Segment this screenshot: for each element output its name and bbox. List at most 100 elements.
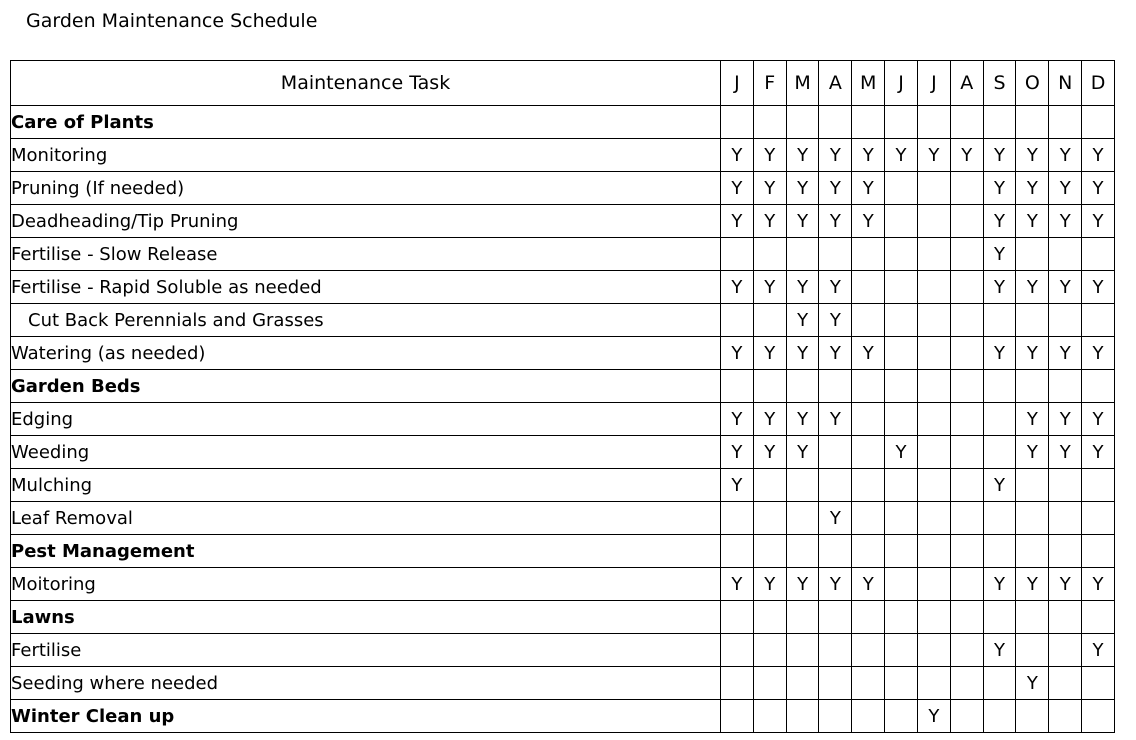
schedule-mark-cell-empty[interactable] [752, 237, 787, 271]
schedule-mark-cell-empty[interactable] [752, 105, 787, 139]
schedule-mark-cell-active[interactable]: Y [1048, 567, 1083, 601]
schedule-mark-cell-empty[interactable] [1081, 369, 1115, 403]
schedule-mark-cell-empty[interactable] [1015, 303, 1050, 337]
schedule-mark-cell-active[interactable]: Y [1081, 435, 1115, 469]
schedule-mark-cell-empty[interactable] [884, 204, 918, 238]
schedule-mark-cell-empty[interactable] [916, 567, 951, 601]
schedule-mark-cell-empty[interactable] [1015, 699, 1050, 733]
schedule-mark-cell-empty[interactable] [949, 171, 984, 205]
schedule-mark-cell-active[interactable]: Y [785, 402, 820, 436]
schedule-mark-cell-active[interactable]: Y [1015, 567, 1050, 601]
schedule-mark-cell-empty[interactable] [884, 171, 918, 205]
schedule-mark-cell-empty[interactable] [851, 633, 886, 667]
schedule-mark-cell-empty[interactable] [785, 468, 820, 502]
schedule-mark-cell-empty[interactable] [1015, 369, 1050, 403]
schedule-mark-cell-empty[interactable] [916, 237, 951, 271]
schedule-mark-cell-active[interactable]: Y [818, 270, 853, 304]
schedule-mark-cell-empty[interactable] [1081, 468, 1115, 502]
schedule-mark-cell-active[interactable]: Y [785, 336, 820, 370]
schedule-mark-cell-active[interactable]: Y [851, 336, 886, 370]
schedule-mark-cell-empty[interactable] [916, 600, 951, 634]
schedule-mark-cell-empty[interactable] [720, 666, 754, 700]
schedule-mark-cell-empty[interactable] [982, 435, 1017, 469]
schedule-mark-cell-empty[interactable] [818, 435, 853, 469]
schedule-mark-cell-active[interactable]: Y [916, 699, 951, 733]
schedule-mark-cell-empty[interactable] [884, 303, 918, 337]
schedule-mark-cell-empty[interactable] [982, 402, 1017, 436]
schedule-mark-cell-empty[interactable] [949, 468, 984, 502]
schedule-mark-cell-active[interactable]: Y [982, 138, 1017, 172]
schedule-mark-cell-empty[interactable] [949, 369, 984, 403]
schedule-mark-cell-empty[interactable] [982, 501, 1017, 535]
schedule-mark-cell-active[interactable]: Y [720, 402, 754, 436]
schedule-mark-cell-empty[interactable] [851, 468, 886, 502]
schedule-mark-cell-active[interactable]: Y [1081, 567, 1115, 601]
schedule-mark-cell-empty[interactable] [982, 699, 1017, 733]
schedule-mark-cell-empty[interactable] [785, 666, 820, 700]
schedule-mark-cell-empty[interactable] [1048, 369, 1083, 403]
schedule-mark-cell-active[interactable]: Y [1081, 171, 1115, 205]
schedule-mark-cell-empty[interactable] [720, 237, 754, 271]
schedule-mark-cell-empty[interactable] [982, 534, 1017, 568]
schedule-mark-cell-empty[interactable] [1048, 633, 1083, 667]
schedule-mark-cell-active[interactable]: Y [851, 171, 886, 205]
schedule-mark-cell-active[interactable]: Y [982, 270, 1017, 304]
schedule-mark-cell-empty[interactable] [884, 402, 918, 436]
schedule-mark-cell-empty[interactable] [1081, 105, 1115, 139]
schedule-mark-cell-active[interactable]: Y [785, 567, 820, 601]
schedule-mark-cell-empty[interactable] [752, 369, 787, 403]
schedule-mark-cell-empty[interactable] [1081, 501, 1115, 535]
schedule-mark-cell-empty[interactable] [851, 303, 886, 337]
schedule-mark-cell-empty[interactable] [949, 600, 984, 634]
schedule-mark-cell-empty[interactable] [884, 270, 918, 304]
schedule-mark-cell-empty[interactable] [949, 567, 984, 601]
schedule-mark-cell-active[interactable]: Y [818, 171, 853, 205]
schedule-mark-cell-active[interactable]: Y [982, 204, 1017, 238]
schedule-mark-cell-active[interactable]: Y [916, 138, 951, 172]
schedule-mark-cell-empty[interactable] [752, 600, 787, 634]
schedule-mark-cell-empty[interactable] [1081, 699, 1115, 733]
schedule-mark-cell-empty[interactable] [949, 204, 984, 238]
schedule-mark-cell-empty[interactable] [818, 105, 853, 139]
schedule-mark-cell-empty[interactable] [949, 303, 984, 337]
schedule-mark-cell-empty[interactable] [1048, 600, 1083, 634]
schedule-mark-cell-empty[interactable] [916, 633, 951, 667]
schedule-mark-cell-empty[interactable] [851, 600, 886, 634]
schedule-mark-cell-empty[interactable] [884, 666, 918, 700]
schedule-mark-cell-empty[interactable] [949, 633, 984, 667]
schedule-mark-cell-empty[interactable] [785, 699, 820, 733]
schedule-mark-cell-empty[interactable] [916, 204, 951, 238]
schedule-mark-cell-empty[interactable] [1048, 105, 1083, 139]
schedule-mark-cell-empty[interactable] [752, 699, 787, 733]
schedule-mark-cell-active[interactable]: Y [785, 435, 820, 469]
schedule-mark-cell-active[interactable]: Y [1015, 402, 1050, 436]
schedule-mark-cell-empty[interactable] [949, 666, 984, 700]
schedule-mark-cell-active[interactable]: Y [1015, 171, 1050, 205]
schedule-mark-cell-empty[interactable] [884, 237, 918, 271]
schedule-mark-cell-empty[interactable] [884, 534, 918, 568]
schedule-mark-cell-empty[interactable] [884, 468, 918, 502]
schedule-mark-cell-active[interactable]: Y [818, 303, 853, 337]
schedule-mark-cell-active[interactable]: Y [1048, 435, 1083, 469]
schedule-mark-cell-empty[interactable] [884, 501, 918, 535]
schedule-mark-cell-empty[interactable] [949, 237, 984, 271]
schedule-mark-cell-empty[interactable] [752, 501, 787, 535]
schedule-mark-cell-active[interactable]: Y [752, 270, 787, 304]
schedule-mark-cell-active[interactable]: Y [884, 138, 918, 172]
schedule-mark-cell-empty[interactable] [1081, 600, 1115, 634]
schedule-mark-cell-active[interactable]: Y [1048, 270, 1083, 304]
schedule-mark-cell-empty[interactable] [916, 666, 951, 700]
schedule-mark-cell-empty[interactable] [884, 567, 918, 601]
schedule-mark-cell-active[interactable]: Y [818, 402, 853, 436]
schedule-mark-cell-active[interactable]: Y [884, 435, 918, 469]
schedule-mark-cell-active[interactable]: Y [818, 138, 853, 172]
schedule-mark-cell-active[interactable]: Y [752, 204, 787, 238]
schedule-mark-cell-active[interactable]: Y [1048, 171, 1083, 205]
schedule-mark-cell-empty[interactable] [1048, 468, 1083, 502]
schedule-mark-cell-empty[interactable] [916, 171, 951, 205]
schedule-mark-cell-active[interactable]: Y [785, 270, 820, 304]
schedule-mark-cell-active[interactable]: Y [1081, 402, 1115, 436]
schedule-mark-cell-empty[interactable] [884, 633, 918, 667]
schedule-mark-cell-empty[interactable] [916, 501, 951, 535]
schedule-mark-cell-empty[interactable] [818, 468, 853, 502]
